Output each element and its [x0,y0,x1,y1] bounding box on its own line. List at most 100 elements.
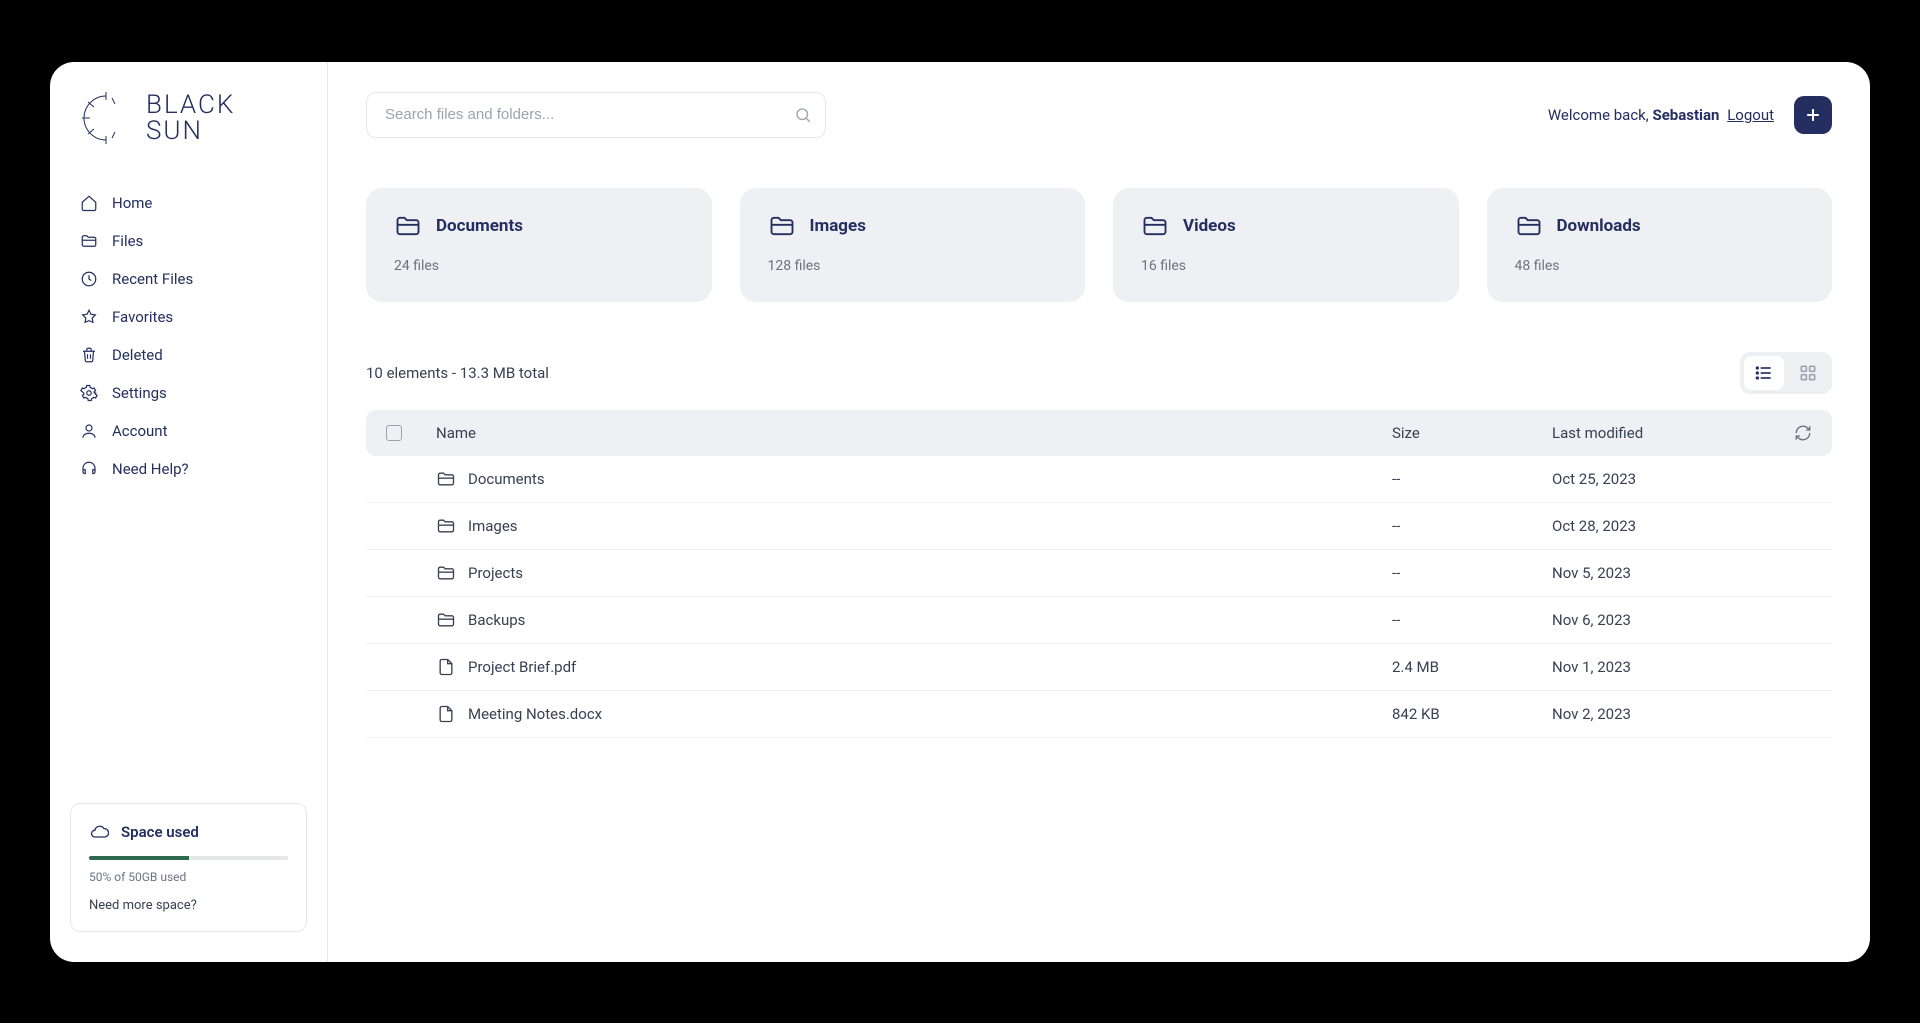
nav-label: Files [112,232,143,250]
row-name: Project Brief.pdf [468,658,576,676]
list-view-button[interactable] [1744,356,1784,390]
folder-card-title: Downloads [1557,216,1641,236]
folder-card-head: Documents [394,212,684,240]
logo-line1: BLACK [146,92,235,118]
row-size: -- [1392,470,1552,488]
col-date-header[interactable]: Last modified [1552,424,1772,442]
logo-line2: SUN [146,118,235,144]
folder-count: 128 files [768,258,1058,274]
nav-label: Home [112,194,152,212]
nav-home[interactable]: Home [68,184,309,222]
nav-help[interactable]: Need Help? [68,450,309,488]
table-row[interactable]: Backups --Nov 6, 2023 [366,597,1832,644]
folder-icon [436,563,456,583]
table-header: Name Size Last modified [366,410,1832,456]
folder-icon [436,516,456,536]
space-used-card: Space used 50% of 50GB used Need more sp… [70,803,307,932]
table-row[interactable]: Projects--Nov 5, 2023 [366,550,1832,597]
nav-account[interactable]: Account [68,412,309,450]
app-window: BLACK SUN Home Files Recent Files Favori… [50,62,1870,962]
folder-cards: Documents24 files Images 128 files Videos 16… [366,188,1832,302]
row-name: Projects [468,564,523,582]
gear-icon [80,384,98,402]
cloud-icon [89,822,109,842]
folder-icon [768,212,796,240]
row-name: Backups [468,611,525,629]
folder-card[interactable]: Downloads 48 files [1487,188,1833,302]
folder-icon [394,212,422,240]
file-icon [436,657,456,677]
nav-label: Need Help? [112,460,189,478]
table-row[interactable]: Project Brief.pdf 2.4 MBNov 1, 2023 [366,644,1832,691]
file-icon [436,704,456,724]
row-name: Images [468,517,518,535]
nav-label: Favorites [112,308,173,326]
space-more-link[interactable]: Need more space? [89,898,288,913]
space-subtitle: 50% of 50GB used [89,870,288,884]
folder-card-title: Videos [1183,216,1236,236]
space-fill [89,856,189,860]
headset-icon [80,460,98,478]
row-date: Nov 6, 2023 [1552,611,1772,629]
folder-card-head: Images [768,212,1058,240]
summary-row: 10 elements - 13.3 MB total [366,352,1832,394]
topbar: Welcome back, Sebastian Logout [366,92,1832,138]
user-icon [80,422,98,440]
refresh-icon[interactable] [1794,424,1812,442]
star-icon [80,308,98,326]
select-all-checkbox[interactable] [386,425,402,441]
folder-card[interactable]: Documents24 files [366,188,712,302]
sidebar: BLACK SUN Home Files Recent Files Favori… [50,62,328,962]
nav-deleted[interactable]: Deleted [68,336,309,374]
view-toggle [1740,352,1832,394]
nav-label: Settings [112,384,167,402]
folder-card[interactable]: Images 128 files [740,188,1086,302]
row-size: 842 KB [1392,705,1552,723]
logo-text: BLACK SUN [146,92,235,144]
row-date: Oct 28, 2023 [1552,517,1772,535]
table-body: Documents--Oct 25, 2023Images--Oct 28, 2… [366,456,1832,738]
home-icon [80,194,98,212]
folder-count: 16 files [1141,258,1431,274]
row-name: Meeting Notes.docx [468,705,602,723]
logout-link[interactable]: Logout [1727,106,1774,124]
nav-favorites[interactable]: Favorites [68,298,309,336]
nav-label: Account [112,422,168,440]
list-icon [1754,363,1774,383]
col-size-header[interactable]: Size [1392,424,1552,442]
folder-icon [436,469,456,489]
welcome-text: Welcome back, Sebastian Logout [1548,106,1774,124]
table-row[interactable]: Images --Oct 28, 2023 [366,503,1832,550]
col-name-header[interactable]: Name [436,424,1392,442]
sun-icon [80,92,132,144]
table-row[interactable]: Meeting Notes.docx 842 KBNov 2, 2023 [366,691,1832,738]
folder-icon [1141,212,1169,240]
folder-card-title: Images [810,216,866,236]
row-size: 2.4 MB [1392,658,1552,676]
table-row[interactable]: Documents --Oct 25, 2023 [366,456,1832,503]
folder-icon [436,610,456,630]
add-button[interactable] [1794,96,1832,134]
row-date: Nov 1, 2023 [1552,658,1772,676]
row-name: Documents [468,470,545,488]
grid-icon [1798,363,1818,383]
row-size: -- [1392,611,1552,629]
row-date: Nov 2, 2023 [1552,705,1772,723]
folder-count: 48 files [1515,258,1805,274]
summary-text: 10 elements - 13.3 MB total [366,364,549,382]
row-date: Oct 25, 2023 [1552,470,1772,488]
folder-card[interactable]: Videos 16 files [1113,188,1459,302]
main: Welcome back, Sebastian Logout Documents… [328,62,1870,962]
folder-card-head: Videos [1141,212,1431,240]
search-input[interactable] [366,92,826,138]
nav-files[interactable]: Files [68,222,309,260]
nav-settings[interactable]: Settings [68,374,309,412]
grid-view-button[interactable] [1788,356,1828,390]
logo: BLACK SUN [50,92,327,184]
row-size: -- [1392,517,1552,535]
welcome-prefix: Welcome back, [1548,106,1653,124]
folder-icon [1515,212,1543,240]
row-date: Nov 5, 2023 [1552,564,1772,582]
nav-recent[interactable]: Recent Files [68,260,309,298]
welcome-name: Sebastian [1652,106,1719,124]
